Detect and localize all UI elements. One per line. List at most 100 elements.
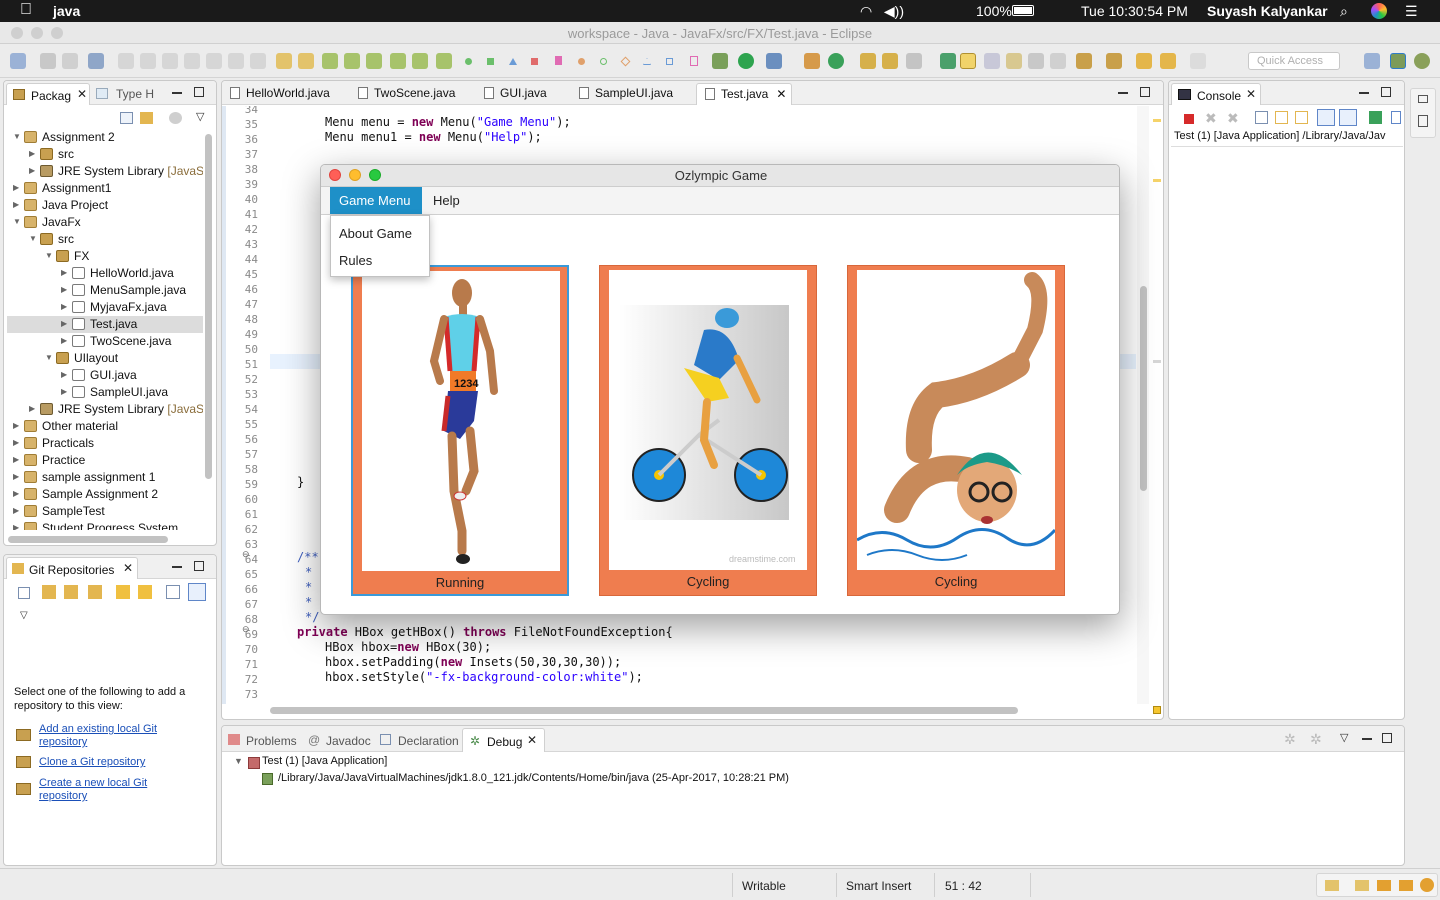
tree-item[interactable]: ▶ Test.java [7, 316, 203, 333]
scroll-lock-icon[interactable] [1275, 111, 1288, 124]
next-annotation-icon[interactable] [1076, 53, 1092, 69]
marker[interactable] [1153, 179, 1161, 182]
layout-grid-icon[interactable] [390, 53, 406, 69]
maximize-icon[interactable] [194, 87, 204, 97]
tutorial-icon[interactable] [1377, 880, 1391, 891]
spotlight-search-icon[interactable]: ⌕ [1340, 3, 1348, 20]
shape-icon[interactable] [509, 58, 517, 65]
tree-item[interactable]: ▶ MenuSample.java [7, 282, 203, 299]
fold-icon[interactable]: ⊖ [242, 624, 250, 635]
debug-launch-label[interactable]: Test (1) [Java Application] [262, 755, 387, 767]
save-icon[interactable] [40, 53, 56, 69]
tree-item[interactable]: ▼ UIlayout [7, 350, 203, 367]
sun-icon[interactable] [1420, 878, 1434, 892]
hierarchy-icon[interactable] [166, 585, 180, 599]
scrollbar-thumb[interactable] [1140, 286, 1147, 491]
clone-repository-icon[interactable] [64, 585, 78, 599]
tree-item[interactable]: ▶ Java Project [7, 197, 203, 214]
siri-icon[interactable] [1371, 3, 1387, 19]
menu-help[interactable]: Help [433, 193, 460, 208]
collapsed-arrow-icon[interactable]: ▶ [29, 404, 35, 413]
tree-item[interactable]: ▶ JRE System Library [JavaS [7, 401, 203, 418]
layout-stack-icon[interactable] [436, 53, 452, 69]
tab-javadoc[interactable]: Javadoc [326, 734, 371, 748]
tree-item[interactable]: ▶ GUI.java [7, 367, 203, 384]
collapsed-arrow-icon[interactable]: ▶ [61, 319, 67, 328]
collapsed-arrow-icon[interactable]: ▶ [61, 370, 67, 379]
add-repository-icon[interactable] [42, 585, 56, 599]
add-existing-repo-link[interactable]: Add an existing local Git repository [39, 723, 157, 749]
collapsed-arrow-icon[interactable]: ▶ [13, 523, 19, 530]
close-icon[interactable]: ✕ [1246, 87, 1256, 101]
quick-access-input[interactable]: Quick Access [1248, 52, 1340, 70]
tab-problems[interactable]: Problems [246, 734, 297, 748]
outline-icon[interactable] [298, 53, 314, 69]
run-icon[interactable] [738, 53, 754, 69]
dropdown-chevron-icon[interactable]: ▽ [20, 610, 28, 621]
marker[interactable] [1153, 706, 1161, 714]
tree-item[interactable]: ▶ sample assignment 1 [7, 469, 203, 486]
save-all-icon[interactable] [62, 53, 78, 69]
tab-gui[interactable]: GUI.java [484, 81, 547, 105]
tab-git-repositories[interactable]: Git Repositories ✕ [6, 557, 138, 579]
clone-repo-link[interactable]: Clone a Git repository [39, 756, 145, 768]
maximize-icon[interactable] [1140, 87, 1150, 97]
outline-view-icon[interactable] [1418, 115, 1428, 127]
view-menu-icon[interactable]: ▽ [196, 110, 204, 123]
close-window-button[interactable] [329, 169, 341, 181]
view-menu-icon[interactable]: ▽ [1340, 731, 1348, 744]
link-with-selection-icon[interactable] [138, 585, 152, 599]
tree-item[interactable]: ▼ FX [7, 248, 203, 265]
tree-item[interactable]: ▶ src [7, 146, 203, 163]
tips-icon[interactable] [1325, 880, 1339, 891]
expand-arrow-icon[interactable]: ▼ [234, 756, 243, 766]
maximize-icon[interactable] [1382, 733, 1392, 743]
create-repository-icon[interactable] [88, 585, 102, 599]
tab-debug-active[interactable]: ✲ Debug ✕ [462, 728, 545, 752]
new-package-icon[interactable] [828, 53, 844, 69]
suspend-icon[interactable] [140, 53, 156, 69]
tree-item[interactable]: ▶ JRE System Library [JavaS [7, 163, 203, 180]
user-name[interactable]: Suyash Kalyankar [1207, 3, 1328, 19]
expanded-arrow-icon[interactable]: ▼ [45, 353, 53, 362]
previous-annotation-icon[interactable] [1106, 53, 1122, 69]
collapsed-arrow-icon[interactable]: ▶ [61, 302, 67, 311]
tab-console[interactable]: Console ✕ [1171, 83, 1261, 105]
block-selection-icon[interactable] [984, 53, 1000, 69]
search-icon[interactable] [906, 53, 922, 69]
minimize-icon[interactable] [1359, 92, 1369, 94]
remove-terminated-icon[interactable]: ✲ [1284, 731, 1296, 748]
terminate-icon[interactable] [1184, 114, 1194, 124]
editor-vertical-scrollbar[interactable] [1137, 106, 1149, 704]
shape-icon[interactable] [600, 58, 607, 65]
word-wrap-icon[interactable] [1295, 111, 1308, 124]
java-perspective-icon[interactable] [1390, 53, 1406, 69]
tree-horizontal-scrollbar[interactable] [8, 536, 168, 543]
layout-anchor-icon[interactable] [412, 53, 428, 69]
create-repo-link[interactable]: Create a new local Git repository [39, 777, 147, 803]
scrollbar-thumb[interactable] [205, 134, 212, 479]
shape-icon[interactable] [666, 58, 673, 65]
sport-card-swimming[interactable]: Cycling [847, 265, 1065, 596]
notification-center-icon[interactable]: ☰ [1405, 3, 1418, 20]
tree-item[interactable]: ▶ Student Progress System [7, 520, 203, 530]
expanded-arrow-icon[interactable]: ▼ [29, 234, 37, 243]
pencil-icon[interactable] [1399, 880, 1413, 891]
maximize-icon[interactable] [1381, 87, 1391, 97]
collapsed-arrow-icon[interactable]: ▶ [61, 336, 67, 345]
tree-item[interactable]: ▶ Sample Assignment 2 [7, 486, 203, 503]
collapsed-arrow-icon[interactable]: ▶ [29, 166, 35, 175]
last-edit-location-icon[interactable] [1136, 53, 1152, 69]
toggle-icon[interactable] [276, 53, 292, 69]
expanded-arrow-icon[interactable]: ▼ [45, 251, 53, 260]
tree-item[interactable]: ▶ SampleTest [7, 503, 203, 520]
collapsed-arrow-icon[interactable]: ▶ [29, 149, 35, 158]
tree-item[interactable]: ▶ TwoScene.java [7, 333, 203, 350]
collapsed-arrow-icon[interactable]: ▶ [13, 506, 19, 515]
tab-helloworld[interactable]: HelloWorld.java [230, 81, 330, 105]
marker[interactable] [1153, 360, 1161, 363]
show-console-icon[interactable] [1317, 109, 1335, 126]
tab-declaration[interactable]: Declaration [398, 734, 459, 748]
debug-icon[interactable] [712, 53, 728, 69]
close-icon[interactable]: ✕ [77, 87, 87, 101]
